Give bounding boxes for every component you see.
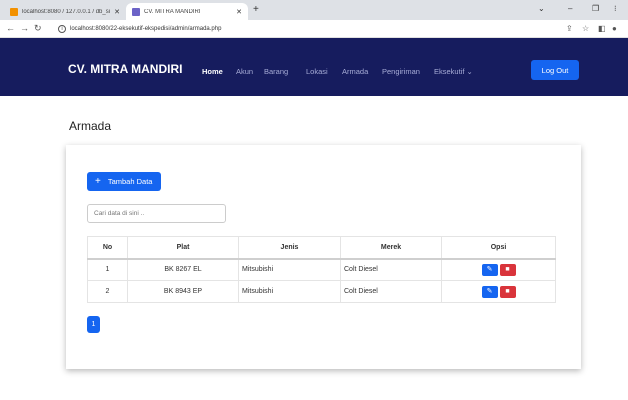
site-info-icon[interactable]: i (58, 25, 66, 33)
tab-title: localhost:8080 / 127.0.0.1 / db_si (22, 8, 111, 15)
pencil-icon: ✎ (486, 265, 493, 273)
reload-icon[interactable]: ↻ (34, 23, 42, 34)
trash-icon: ■ (505, 265, 510, 273)
cell-opsi: ✎ ■ (441, 258, 556, 281)
edit-button[interactable]: ✎ (481, 263, 498, 276)
nav-barang[interactable]: Barang (264, 67, 288, 76)
new-tab-button[interactable]: + (253, 4, 259, 15)
cell-merek: Colt Diesel (340, 258, 442, 281)
edit-button[interactable]: ✎ (481, 285, 498, 298)
search-input[interactable] (87, 204, 226, 223)
plus-icon: + (95, 176, 101, 187)
delete-button[interactable]: ■ (499, 263, 516, 276)
nav-lokasi[interactable]: Lokasi (306, 67, 328, 76)
page-title: Armada (69, 119, 112, 133)
brand-title[interactable]: CV. MITRA MANDIRI (68, 62, 182, 76)
pagination-page-1[interactable]: 1 (87, 316, 100, 333)
add-data-label: Tambah Data (107, 177, 153, 186)
cell-merek: Colt Diesel (340, 280, 442, 303)
cell-plat: BK 8943 EP (127, 280, 239, 303)
nav-home[interactable]: Home (202, 67, 223, 76)
table-header-row: No Plat Jenis Merek Opsi (87, 236, 556, 260)
cell-opsi: ✎ ■ (441, 280, 556, 303)
trash-icon: ■ (505, 287, 510, 295)
table-row: 1 BK 8267 EL Mitsubishi Colt Diesel ✎ ■ (87, 258, 556, 281)
content-card: + Tambah Data No Plat Jenis Merek Opsi 1… (66, 145, 581, 369)
nav-eksekutif-dropdown[interactable]: Eksekutif ⌄ (434, 67, 473, 76)
chevron-down-icon: ⌄ (466, 67, 473, 76)
nav-eksekutif-label: Eksekutif (434, 67, 465, 76)
minimize-icon[interactable]: – (568, 4, 572, 13)
maximize-icon[interactable]: ❐ (592, 4, 599, 13)
table-row: 2 BK 8943 EP Mitsubishi Colt Diesel ✎ ■ (87, 280, 556, 303)
close-tab-icon[interactable]: ✕ (236, 8, 242, 16)
nav-akun[interactable]: Akun (236, 67, 253, 76)
cell-plat: BK 8267 EL (127, 258, 239, 281)
header-plat: Plat (127, 236, 239, 260)
nav-armada[interactable]: Armada (342, 67, 368, 76)
header-merek: Merek (340, 236, 442, 260)
forward-icon[interactable]: → (20, 23, 29, 33)
browser-tab-active[interactable]: CV. MITRA MANDIRI ✕ (126, 3, 248, 20)
bookmark-star-icon[interactable]: ☆ (582, 24, 589, 33)
header-opsi: Opsi (441, 236, 556, 260)
cell-jenis: Mitsubishi (238, 258, 341, 281)
cell-jenis: Mitsubishi (238, 280, 341, 303)
profile-icon[interactable]: ● (612, 24, 617, 33)
back-icon[interactable]: ← (6, 23, 15, 33)
pencil-icon: ✎ (486, 287, 493, 295)
share-icon[interactable]: ⇪ (566, 24, 573, 33)
tab-search-chevron-icon[interactable]: ⌄ (538, 4, 545, 13)
close-window-icon[interactable]: ⁝ (614, 4, 617, 13)
address-bar: ← → ↻ i localhost:8080/22-eksekutif-eksp… (0, 20, 628, 38)
phpmyadmin-favicon-icon (10, 7, 18, 16)
url-text: localhost:8080/22-eksekutif-ekspedisi/ad… (70, 26, 222, 32)
header-jenis: Jenis (238, 236, 341, 260)
nav-pengiriman[interactable]: Pengiriman (382, 67, 420, 76)
header-no: No (87, 236, 128, 260)
top-navbar: CV. MITRA MANDIRI Home Akun Barang Lokas… (0, 38, 628, 96)
delete-button[interactable]: ■ (499, 285, 516, 298)
site-favicon-icon (132, 7, 140, 16)
browser-tab-bar: localhost:8080 / 127.0.0.1 / db_si ✕ CV.… (0, 0, 628, 20)
add-data-button[interactable]: + Tambah Data (87, 172, 161, 191)
sidepanel-icon[interactable]: ◧ (598, 24, 606, 33)
tab-title: CV. MITRA MANDIRI (144, 8, 201, 15)
browser-tab-phpmyadmin[interactable]: localhost:8080 / 127.0.0.1 / db_si ✕ (4, 3, 126, 20)
armada-table: No Plat Jenis Merek Opsi 1 BK 8267 EL Mi… (87, 236, 556, 303)
cell-no: 2 (87, 280, 128, 303)
cell-no: 1 (87, 258, 128, 281)
url-field[interactable]: i localhost:8080/22-eksekutif-ekspedisi/… (58, 23, 221, 35)
logout-button[interactable]: Log Out (531, 60, 579, 80)
close-tab-icon[interactable]: ✕ (114, 8, 120, 16)
